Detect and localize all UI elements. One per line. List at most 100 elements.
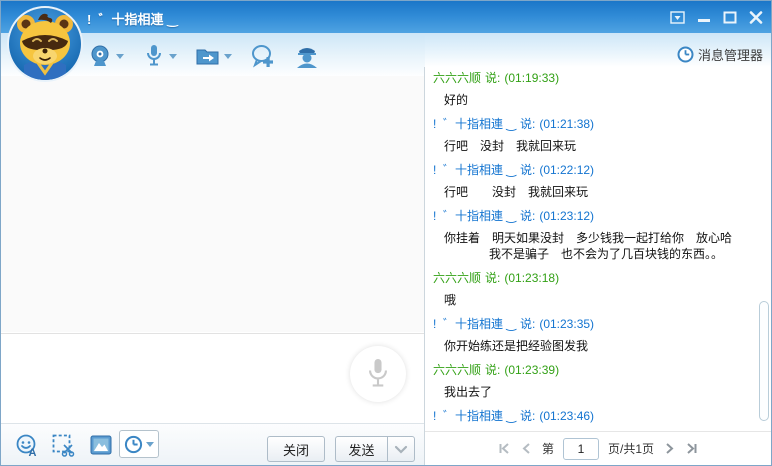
say-label: 说: [485,363,500,377]
chat-message: ! ゛十指相連 ‿说:(01:23:46) 在吗 [433,409,757,431]
sender-name: 六六六顺 [433,363,481,377]
titlebar-menu-button[interactable] [670,11,685,24]
chevron-down-icon [394,445,408,454]
chat-message: ! ゛十指相連 ‿ 说: (01:22:12) 行吧 没封 我就回来玩 [433,163,757,200]
message-header: ! ゛十指相連 ‿ 说: (01:21:38) [433,117,757,132]
voice-options-caret-icon[interactable] [169,54,177,59]
sender-name: 六六六顺 [433,271,481,285]
say-label: 说: [485,271,500,285]
previous-page-button[interactable] [520,442,533,455]
close-chat-button[interactable]: 关闭 [267,436,325,462]
sender-name: ! ゛十指相連 ‿ [433,317,516,331]
say-label: 说: [520,409,535,423]
send-button-group: 发送 [335,436,415,462]
video-call-button[interactable] [85,41,126,71]
message-header: ! ゛十指相連 ‿ 说: (01:22:12) [433,163,757,178]
message-history-button[interactable] [119,430,159,458]
send-button[interactable]: 发送 [335,436,387,462]
first-page-button[interactable] [498,442,511,455]
mascot-avatar-image [4,3,86,85]
chat-message: ! ゛十指相連 ‿ 说: (01:23:12) 你挂着 明天如果没封 多少钱我一起打… [433,209,757,262]
message-input-area[interactable] [1,333,424,425]
message-text: 哦 [433,292,757,308]
sender-name: ! ゛十指相連 ‿ [433,117,516,131]
timestamp: (01:23:12) [539,209,594,223]
message-manager-button[interactable]: 消息管理器 [677,45,763,64]
picture-icon [89,433,113,457]
clock-icon [677,46,694,63]
message-header: ! ゛十指相連 ‿ 说: (01:23:12) [433,209,757,224]
clock-icon [124,435,143,454]
microphone-icon [142,43,166,69]
chat-message: ! ゛十指相連 ‿ 说: (01:21:38) 行吧 没封 我就回来玩 [433,117,757,154]
last-page-icon [685,442,698,455]
chat-message: 六六六顺说: (01:23:18) 哦 [433,271,757,308]
sender-name: ! ゛十指相連 ‿ [433,163,516,177]
emoticon-button[interactable]: A [15,433,40,463]
message-header: ! ゛十指相連 ‿说:(01:23:46) [433,409,757,424]
folder-send-icon [195,44,221,68]
send-image-button[interactable] [89,433,113,462]
voice-call-button[interactable] [140,41,179,71]
message-header: 六六六顺说: (01:23:39) [433,363,757,378]
chat-display-area [1,76,424,332]
send-options-button[interactable] [387,436,415,462]
webcam-icon [87,43,113,69]
message-text: 你挂着 明天如果没封 多少钱我一起打给你 放心哈 [433,230,757,246]
window-title: ! ゛十指相連 ‿ [87,9,178,28]
file-transfer-button[interactable] [193,42,234,70]
message-text: 我不是骗子 也不会为了几百块钱的东西。。 [433,246,757,262]
message-header: 六六六顺说: (01:19:33) [433,71,757,86]
history-options-caret-icon[interactable] [146,442,154,447]
page-number-input[interactable] [563,438,599,460]
timestamp: (01:23:39) [504,363,559,377]
chat-message: ! ゛十指相連 ‿说:(01:23:35) 你开始练还是把经验图发我 [433,317,757,354]
close-button[interactable] [748,11,763,24]
say-label: 说: [485,71,500,85]
say-label: 说: [520,209,535,223]
titlebar[interactable]: ! ゛十指相連 ‿ [1,1,771,33]
timestamp: (01:23:18) [504,271,559,285]
timestamp: (01:22:12) [539,163,594,177]
svg-text:A: A [29,447,37,458]
avatar[interactable] [4,3,86,85]
window-controls [670,11,763,24]
message-text: 行吧 没封 我就回来玩 [433,138,757,154]
say-label: 说: [520,163,535,177]
report-admin-button[interactable] [292,41,322,71]
message-manager-label: 消息管理器 [698,45,763,64]
previous-page-icon [520,442,533,455]
next-page-button[interactable] [663,442,676,455]
main-toolbar [85,41,322,71]
timestamp: (01:19:33) [504,71,559,85]
screen-capture-button[interactable] [51,433,76,463]
first-page-icon [498,442,511,455]
maximize-button[interactable] [722,11,737,24]
minimize-button[interactable] [696,11,711,24]
sender-name: ! ゛十指相連 ‿ [433,409,516,423]
transfer-options-caret-icon[interactable] [224,54,232,59]
sender-name: 六六六顺 [433,71,481,85]
page-prefix-label: 第 [542,440,554,457]
last-page-button[interactable] [685,442,698,455]
screenshot-scissors-icon [51,433,76,458]
smiley-font-icon: A [15,433,40,458]
voice-record-button[interactable] [350,346,406,402]
say-label: 说: [520,117,535,131]
gray-microphone-icon [363,356,393,392]
police-officer-icon [294,43,320,69]
sender-name: ! ゛十指相連 ‿ [433,209,516,223]
scrollbar-thumb[interactable] [759,301,769,421]
message-text: 好的 [433,92,757,108]
message-history-pane: 消息管理器 六六六顺说:(01:19:33) 好的 ! ゛十指相連 ‿说:(01… [425,33,771,465]
close-icon [749,11,763,24]
timestamp: (01:23:35) [539,317,594,331]
video-options-caret-icon[interactable] [116,54,124,59]
message-text: 你开始练还是把经验图发我 [433,338,757,354]
chat-message: 六六六顺说: (01:19:33) 好的 [433,71,757,108]
message-header: ! ゛十指相連 ‿说:(01:23:35) [433,317,757,332]
message-text: 行吧 没封 我就回来玩 [433,184,757,200]
left-pane: A [1,76,424,465]
invite-button[interactable] [248,41,278,71]
timestamp: (01:21:38) [539,117,594,131]
